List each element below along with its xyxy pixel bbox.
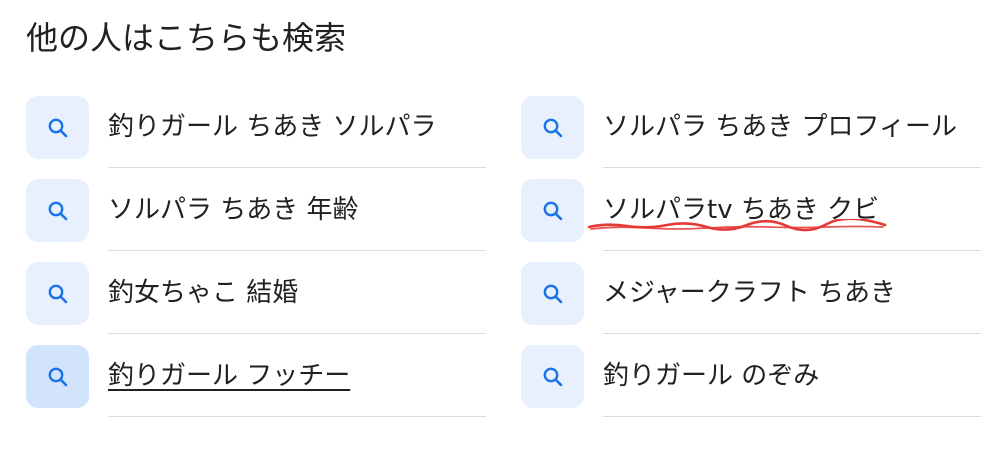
related-search-label: 釣りガール ちあき ソルパラ bbox=[108, 112, 437, 142]
related-search-label: 釣りガール フッチー bbox=[108, 361, 351, 391]
related-search-item-hovered[interactable]: 釣りガール フッチー bbox=[26, 345, 486, 428]
related-search-label: ソルパラ ちあき 年齢 bbox=[108, 195, 359, 225]
related-search-item[interactable]: ソルパラtv ちあき クビ bbox=[521, 179, 981, 262]
related-searches-right-column: ソルパラ ちあき プロフィール ソルパラtv ちあき クビ メジャークラフト ち… bbox=[521, 96, 981, 428]
related-search-item[interactable]: 釣女ちゃこ 結婚 bbox=[26, 262, 486, 345]
divider bbox=[603, 250, 981, 251]
related-search-item[interactable]: メジャークラフト ちあき bbox=[521, 262, 981, 345]
search-icon-box bbox=[26, 179, 89, 242]
related-search-item[interactable]: 釣りガール のぞみ bbox=[521, 345, 981, 428]
search-icon-box bbox=[26, 262, 89, 325]
related-search-item[interactable]: ソルパラ ちあき プロフィール bbox=[521, 96, 981, 179]
divider bbox=[603, 167, 981, 168]
related-search-item[interactable]: ソルパラ ちあき 年齢 bbox=[26, 179, 486, 262]
search-icon bbox=[543, 118, 562, 137]
related-search-label: ソルパラtv ちあき クビ bbox=[603, 195, 880, 225]
search-icon-box bbox=[26, 345, 89, 408]
related-searches-left-column: 釣りガール ちあき ソルパラ ソルパラ ちあき 年齢 釣女ちゃこ 結婚 釣りガー… bbox=[26, 96, 486, 428]
search-icon-box bbox=[521, 345, 584, 408]
related-searches-heading: 他の人はこちらも検索 bbox=[26, 19, 347, 57]
search-icon bbox=[543, 367, 562, 386]
divider bbox=[603, 333, 981, 334]
related-search-label: ソルパラ ちあき プロフィール bbox=[603, 112, 958, 142]
divider bbox=[108, 333, 486, 334]
related-search-item[interactable]: 釣りガール ちあき ソルパラ bbox=[26, 96, 486, 179]
divider bbox=[108, 167, 486, 168]
search-icon bbox=[48, 201, 67, 220]
divider bbox=[108, 250, 486, 251]
search-icon bbox=[48, 284, 67, 303]
related-search-label: 釣りガール のぞみ bbox=[603, 361, 820, 391]
search-icon-box bbox=[26, 96, 89, 159]
search-icon bbox=[543, 201, 562, 220]
related-search-label: 釣女ちゃこ 結婚 bbox=[108, 278, 299, 308]
related-search-label: メジャークラフト ちあき bbox=[603, 278, 896, 308]
search-icon-box bbox=[521, 262, 584, 325]
search-icon bbox=[543, 284, 562, 303]
divider bbox=[603, 416, 981, 417]
search-icon bbox=[48, 367, 67, 386]
search-icon-box bbox=[521, 96, 584, 159]
divider bbox=[108, 416, 486, 417]
search-icon bbox=[48, 118, 67, 137]
search-icon-box bbox=[521, 179, 584, 242]
